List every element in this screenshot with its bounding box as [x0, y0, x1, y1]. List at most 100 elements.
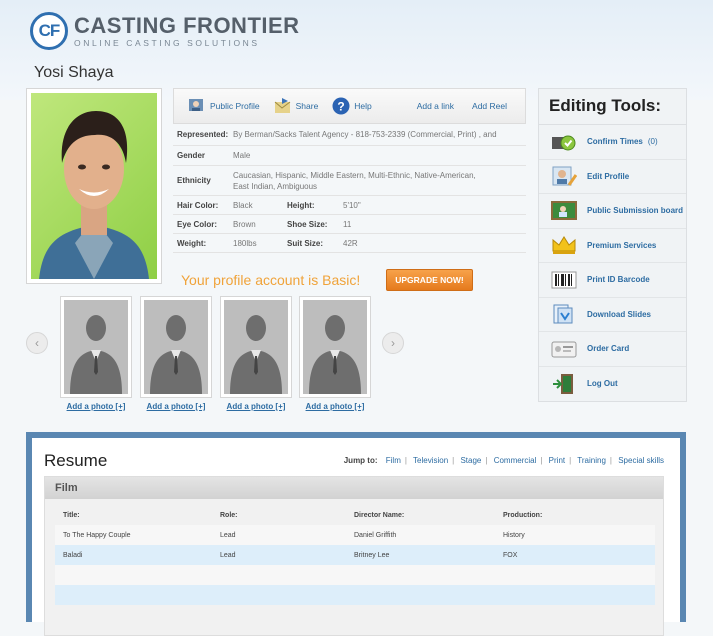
table-row[interactable]: Baladi Lead Britney Lee FOX [55, 545, 655, 565]
silhouette-icon [150, 315, 202, 394]
represented-label: Represented: [177, 130, 229, 139]
public-profile-icon [188, 97, 206, 115]
crown-icon [551, 234, 577, 256]
help-label: Help [354, 101, 372, 111]
gallery-prev-arrow-icon[interactable]: ‹ [26, 332, 48, 354]
jump-link-film[interactable]: Film [386, 456, 401, 465]
jump-link-training[interactable]: Training [577, 456, 606, 465]
height-label: Height: [287, 200, 315, 210]
public-profile-button[interactable]: Public Profile [188, 97, 260, 115]
confirm-times-button[interactable]: Confirm Times (0) [539, 125, 686, 160]
download-slides-button[interactable]: Download Slides [539, 298, 686, 332]
gender-label: Gender [177, 151, 206, 160]
ethnicity-label: Ethnicity [177, 176, 211, 185]
logo-tagline: ONLINE CASTING SOLUTIONS [74, 37, 260, 48]
jump-to-nav: Jump to: Film | Television | Stage | Commer… [343, 456, 664, 465]
column-director: Director Name: [354, 511, 405, 519]
column-role: Role: [220, 511, 238, 519]
cell-role: Lead [220, 531, 236, 539]
profile-action-bar: Public Profile Share ? Help Add a link A… [173, 88, 526, 124]
ethnicity-row: Ethnicity Caucasian, Hispanic, Middle Ea… [173, 166, 526, 196]
photo-placeholder[interactable] [140, 296, 212, 398]
photo-placeholder[interactable] [299, 296, 371, 398]
hair-color-label: Hair Color: [177, 200, 219, 210]
edit-profile-label: Edit Profile [587, 171, 630, 181]
silhouette-icon [230, 315, 282, 394]
public-profile-label: Public Profile [210, 101, 260, 111]
cell-production: History [503, 531, 525, 539]
add-photo-link[interactable]: Add a photo [+] [140, 402, 212, 411]
jump-link-print[interactable]: Print [549, 456, 565, 465]
weight-label: Weight: [177, 238, 207, 248]
gender-value: Male [233, 151, 251, 160]
profile-photo [31, 93, 157, 279]
log-out-label: Log Out [587, 379, 618, 389]
jump-link-commercial[interactable]: Commercial [494, 456, 537, 465]
editing-tools-title: Editing Tools: [539, 89, 686, 125]
jump-link-special-skills[interactable]: Special skills [618, 456, 664, 465]
table-row[interactable]: To The Happy Couple Lead Daniel Griffith… [55, 525, 655, 545]
height-value: 5'10" [343, 200, 361, 210]
resume-panel: Resume Jump to: Film | Television | Stage |… [32, 438, 680, 636]
public-submission-board-label: Public Submission board [587, 206, 684, 216]
suit-size-value: 42R [343, 238, 358, 248]
cell-director: Daniel Griffith [354, 531, 397, 539]
represented-value: By Berman/Sacks Talent Agency - 818-753-… [233, 130, 497, 139]
add-link-button[interactable]: Add a link [417, 101, 454, 111]
hair-color-value: Black [233, 200, 253, 210]
jump-link-stage[interactable]: Stage [460, 456, 481, 465]
represented-row: Represented: By Berman/Sacks Talent Agen… [173, 124, 526, 146]
svg-text:?: ? [338, 100, 345, 114]
film-table: Title: Role: Director Name: Production: … [55, 505, 655, 605]
share-label: Share [295, 101, 319, 111]
add-photo-link[interactable]: Add a photo [+] [60, 402, 132, 411]
table-header-row: Title: Role: Director Name: Production: [55, 505, 655, 525]
photo-slot: Add a photo [+] [140, 296, 212, 411]
add-reel-button[interactable]: Add Reel [472, 101, 507, 111]
share-button[interactable]: Share [274, 97, 319, 115]
profile-photo-frame[interactable] [26, 88, 162, 284]
shoe-size-value: 11 [343, 219, 352, 229]
film-section-header: Film [45, 477, 663, 499]
film-section: Film Title: Role: Director Name: Product… [44, 476, 664, 636]
resume-section: Resume Jump to: Film | Television | Stage |… [26, 432, 686, 636]
casting-frontier-logo[interactable]: CF CASTING FRONTIER ONLINE CASTING SOLUT… [30, 12, 300, 50]
logo-name: CASTING FRONTIER [74, 12, 300, 38]
barcode-icon [551, 269, 577, 291]
clock-check-icon [551, 131, 577, 153]
jump-link-television[interactable]: Television [413, 456, 448, 465]
print-id-barcode-label: Print ID Barcode [587, 275, 650, 285]
resume-title: Resume [44, 451, 108, 470]
cell-title: Baladi [63, 551, 83, 559]
order-card-button[interactable]: Order Card [539, 332, 686, 367]
weight-suit-row: Weight: 180lbs Suit Size: 42R [173, 234, 526, 253]
public-submission-board-button[interactable]: Public Submission board [539, 194, 686, 229]
photo-placeholder[interactable] [60, 296, 132, 398]
card-icon [551, 338, 577, 360]
log-out-button[interactable]: Log Out [539, 367, 686, 402]
gender-row: Gender Male [173, 146, 526, 166]
cell-role: Lead [220, 551, 236, 559]
add-photo-link[interactable]: Add a photo [+] [299, 402, 371, 411]
upgrade-now-button[interactable]: UPGRADE NOW! [386, 269, 473, 291]
print-id-barcode-button[interactable]: Print ID Barcode [539, 263, 686, 298]
cell-director: Britney Lee [354, 551, 390, 559]
add-photo-link[interactable]: Add a photo [+] [220, 402, 292, 411]
photo-slot: Add a photo [+] [299, 296, 371, 411]
column-production: Production: [503, 511, 543, 519]
premium-services-button[interactable]: Premium Services [539, 229, 686, 263]
photo-slot: Add a photo [+] [220, 296, 292, 411]
confirm-times-count: (0) [647, 137, 658, 147]
help-button[interactable]: ? Help [332, 97, 372, 115]
empty-table-row [55, 565, 655, 585]
hair-height-row: Hair Color: Black Height: 5'10" [173, 196, 526, 215]
edit-profile-button[interactable]: Edit Profile [539, 160, 686, 194]
weight-value: 180lbs [233, 238, 257, 248]
photo-placeholder[interactable] [220, 296, 292, 398]
cell-production: FOX [503, 551, 518, 559]
eye-color-value: Brown [233, 219, 256, 229]
logout-icon [551, 373, 577, 395]
gallery-next-arrow-icon[interactable]: › [382, 332, 404, 354]
eye-shoe-row: Eye Color: Brown Shoe Size: 11 [173, 215, 526, 234]
cell-title: To The Happy Couple [63, 531, 131, 539]
